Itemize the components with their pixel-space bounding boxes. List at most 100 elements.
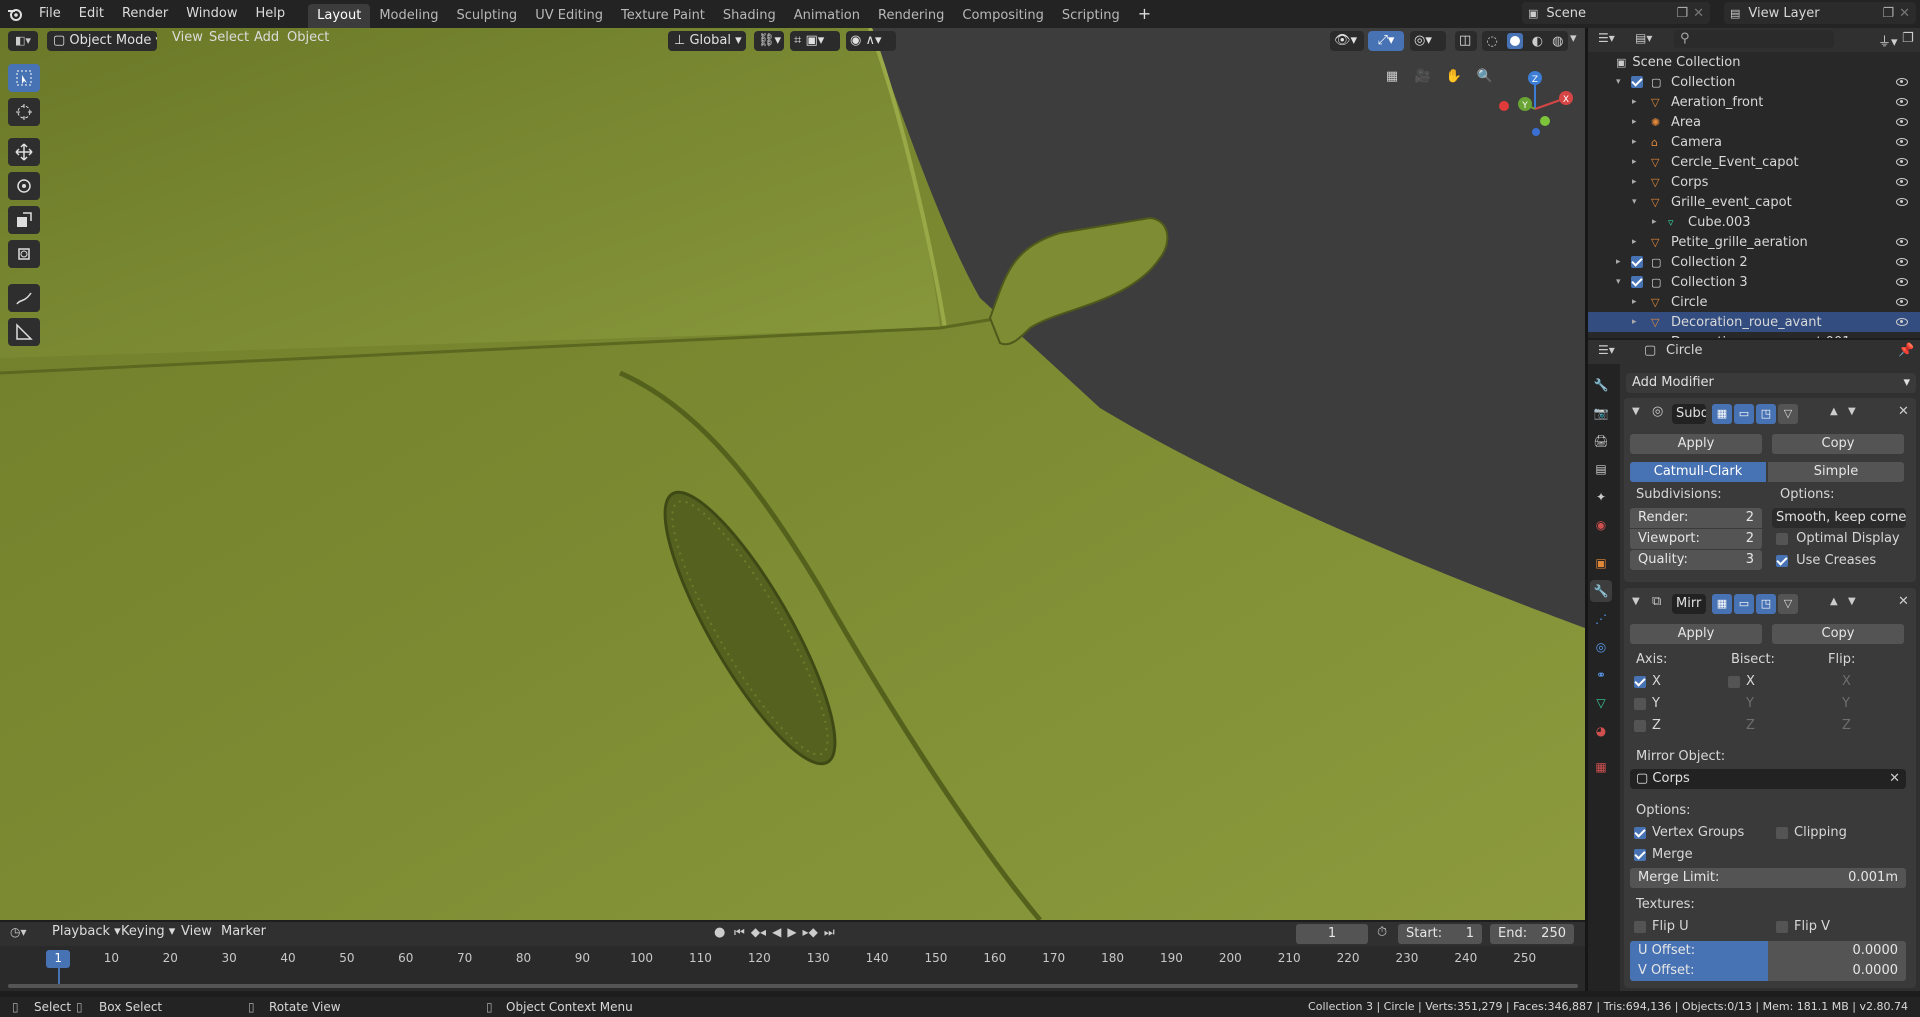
visibility-eye-icon[interactable] [1896,258,1908,266]
output-properties-icon[interactable]: 🖨 [1590,430,1612,452]
transform-orientation-dropdown[interactable]: ⊥ Global ▾ [668,31,746,51]
outliner-row[interactable]: ▸ ▢ Collection 2 [1588,252,1920,272]
shading-options-dropdown[interactable]: ▾ [1570,31,1577,46]
navigation-gizmo[interactable]: Z X Y [1490,64,1580,154]
optimal-display-option[interactable]: Optimal Display [1776,531,1900,546]
auto-keying-icon[interactable]: ● [714,925,725,940]
optimal-display-checkbox[interactable] [1776,532,1788,545]
wireframe-shading-icon[interactable]: ◌ [1486,34,1497,49]
render-levels-field[interactable]: Render: 2 [1630,508,1762,528]
mirror-apply-button[interactable]: Apply [1630,624,1762,644]
object-mode-dropdown[interactable]: ▢ Object Mode ▾ [47,31,157,51]
flip-u-checkbox[interactable] [1634,920,1646,933]
camera-view-icon[interactable]: 🎥 [1411,64,1435,88]
vertex-groups-checkbox[interactable] [1634,826,1646,839]
tab-modeling[interactable]: Modeling [370,4,447,28]
collapse-arrow-icon[interactable]: ▾ [1632,197,1637,207]
play-reverse-icon[interactable]: ◀ [772,925,781,943]
outliner-row[interactable]: ▸ ▽ Aeration_front [1588,92,1920,112]
gizmo-toggle[interactable]: ⤢▾ [1368,31,1404,51]
visibility-eye-icon[interactable] [1896,158,1908,166]
toggle-perspective-icon[interactable]: ▦ [1380,64,1404,88]
add-modifier-dropdown[interactable]: Add Modifier ▾ [1626,373,1916,393]
view-layer-properties-icon[interactable]: ▤ [1590,458,1612,480]
visibility-eye-icon[interactable] [1896,118,1908,126]
modifier-properties-icon[interactable]: 🔧 [1590,580,1612,602]
outliner-row[interactable]: ▸ ▽ Decoration_roue_avant.001 [1588,332,1920,339]
new-view-layer-icon[interactable]: ❐ [1882,6,1894,21]
realtime-toggle-icon[interactable]: ▭ [1734,404,1754,424]
menu-window[interactable]: Window [177,0,246,28]
world-properties-icon[interactable]: ◉ [1590,514,1612,536]
current-frame-field[interactable]: 1 [1296,924,1368,944]
blender-logo-icon[interactable] [0,0,30,28]
outliner-row[interactable]: ▾ ▢ Collection 3 [1588,272,1920,292]
bisect-x-option[interactable]: X [1728,674,1755,689]
mirror-render-toggle-icon[interactable]: ◳ [1756,594,1776,614]
data-properties-icon[interactable]: ▽ [1590,692,1612,714]
flip-v-option[interactable]: Flip V [1776,919,1830,934]
stopwatch-icon[interactable]: ⏱ [1377,925,1387,940]
material-shading-icon[interactable]: ◐ [1532,34,1543,49]
flip-x-checkbox[interactable] [1824,675,1836,688]
viewport-3d[interactable]: ◧▾ ▢ Object Mode ▾ View Select Add Objec… [0,28,1585,920]
axis-y-checkbox[interactable] [1634,697,1646,710]
tool-properties-icon[interactable]: 🔧 [1590,374,1612,396]
merge-option[interactable]: Merge [1634,847,1693,862]
end-frame-field[interactable]: End: 250 [1490,924,1574,944]
jump-start-icon[interactable]: ⏮ [734,925,745,943]
mirror-name-field[interactable]: Mirr [1672,594,1706,614]
move-down-icon[interactable]: ▼ [1848,406,1856,417]
tab-uv-editing[interactable]: UV Editing [526,4,612,28]
outliner-row[interactable]: ▸ ▿ Cube.003 [1588,212,1920,232]
merge-limit-field[interactable]: Merge Limit: 0.001m [1630,868,1906,888]
xray-toggle[interactable]: ◫ [1455,31,1477,51]
properties-editor-type-button[interactable]: ☰▾ [1598,343,1615,357]
menu-edit[interactable]: Edit [70,0,113,28]
mirror-cage-toggle-icon[interactable]: ▽ [1778,594,1798,614]
proportional-edit-toggle[interactable]: ◉ ∧▾ [846,31,896,51]
bisect-y-checkbox[interactable] [1728,697,1740,710]
timeline-editor-type-button[interactable]: ◷▾ [10,925,27,939]
outliner-row[interactable]: ▾ ▢ Collection [1588,72,1920,92]
mirror-edit-mode-toggle-icon[interactable]: ▦ [1712,594,1732,614]
quality-field[interactable]: Quality: 3 [1630,550,1762,570]
outliner-editor-type-button[interactable]: ☰▾ [1598,31,1628,49]
v-offset-field[interactable]: V Offset: 0.0000 [1630,961,1906,981]
edit-mode-toggle-icon[interactable]: ▦ [1712,404,1732,424]
visibility-eye-icon[interactable] [1896,238,1908,246]
measure-tool[interactable] [8,318,40,346]
visibility-eye-icon[interactable] [1896,198,1908,206]
visibility-eye-icon[interactable] [1896,78,1908,86]
timeline-scrollbar[interactable] [8,984,1578,988]
editor-type-button[interactable]: ◧▾ [8,31,38,51]
collection-exclude-checkbox[interactable] [1631,256,1643,268]
delete-scene-icon[interactable]: ✕ [1693,6,1704,21]
simple-button[interactable]: Simple [1768,462,1904,482]
start-frame-field[interactable]: Start: 1 [1398,924,1482,944]
timeline-menu-marker[interactable]: Marker [212,920,275,944]
remove-subsurf-icon[interactable]: ✕ [1898,404,1909,419]
tab-animation[interactable]: Animation [785,4,869,28]
visibility-dropdown[interactable]: 👁▾ [1330,31,1364,51]
bisect-z-checkbox[interactable] [1728,719,1740,732]
collapse-subsurf-icon[interactable]: ▼ [1632,406,1640,417]
filter-icon[interactable]: ⏚▾ [1878,31,1898,50]
rotate-tool[interactable] [8,172,40,200]
subsurf-name-field[interactable]: Subd [1672,404,1706,424]
expand-arrow-icon[interactable]: ▸ [1632,337,1637,338]
snap-toggle[interactable]: ⌗ ▣▾ [790,31,840,51]
pan-view-icon[interactable]: ✋ [1442,64,1466,88]
outliner-row[interactable]: ▸ ⌂ Camera [1588,132,1920,152]
expand-arrow-icon[interactable]: ▸ [1632,317,1637,327]
flip-z-checkbox[interactable] [1824,719,1836,732]
collapse-arrow-icon[interactable]: ▾ [1616,77,1621,87]
outliner-row[interactable]: ▸ ▽ Circle [1588,292,1920,312]
collapse-mirror-icon[interactable]: ▼ [1632,596,1640,607]
jump-end-icon[interactable]: ⏭ [824,925,835,943]
move-tool[interactable] [8,138,40,166]
cage-toggle-icon[interactable]: ▽ [1778,404,1798,424]
flip-z-option[interactable]: Z [1824,718,1851,733]
render-properties-icon[interactable]: 📷 [1590,402,1612,424]
rendered-shading-icon[interactable]: ◍ [1552,34,1563,49]
